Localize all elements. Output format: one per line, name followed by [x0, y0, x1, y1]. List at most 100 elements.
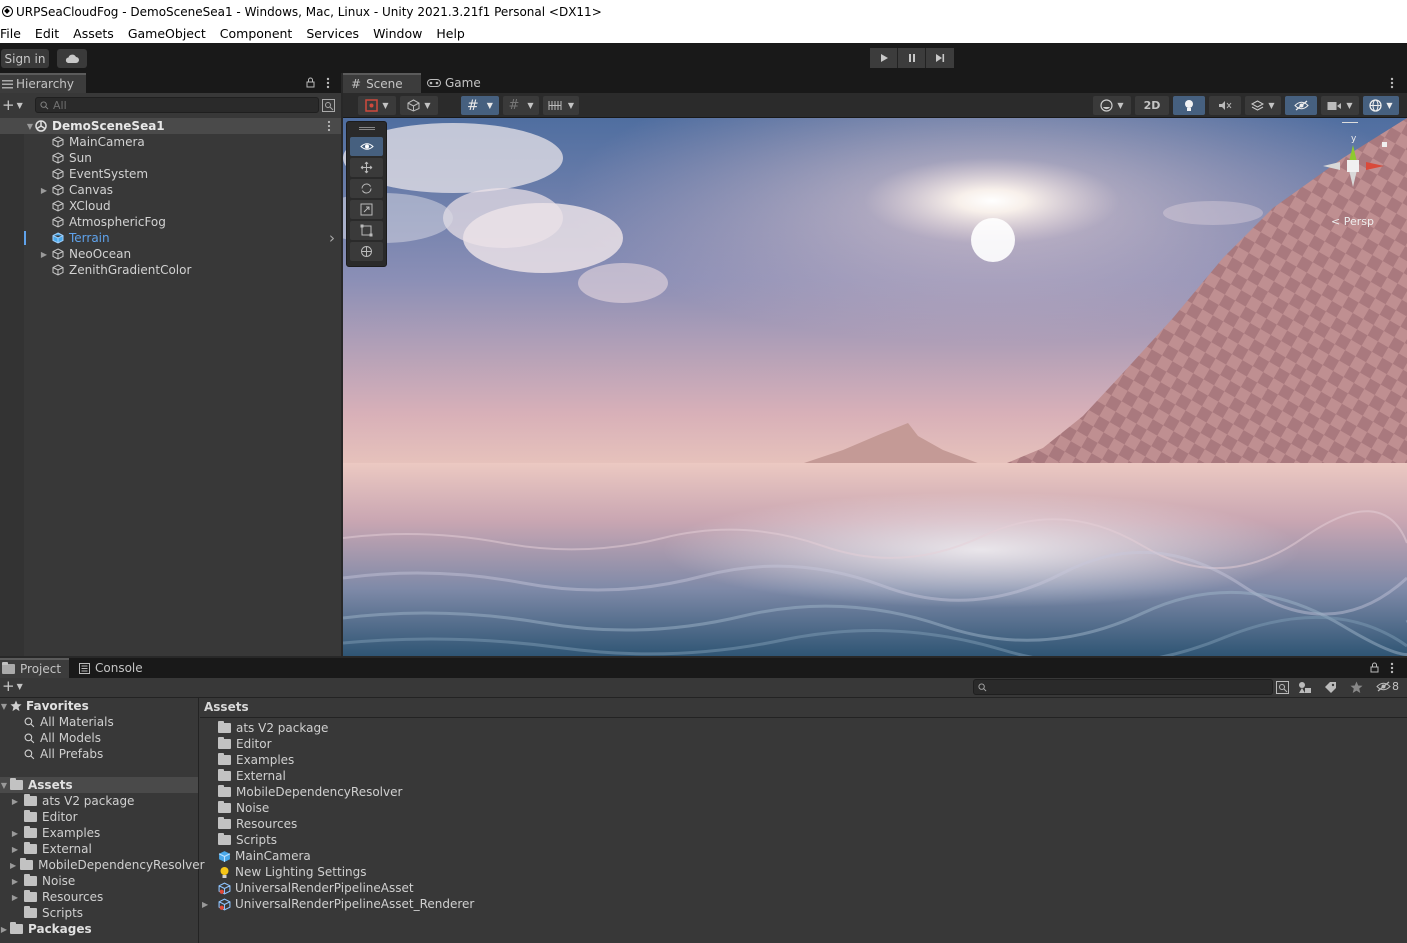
render-mode-dropdown[interactable]: ▼: [400, 96, 438, 115]
audio-toggle-button[interactable]: [1209, 96, 1241, 115]
menu-services[interactable]: Services: [306, 26, 359, 41]
favorite-item[interactable]: All Prefabs: [0, 746, 198, 762]
hierarchy-item[interactable]: ▶ NeoOcean: [0, 246, 341, 262]
asset-list-item[interactable]: MobileDependencyResolver: [200, 784, 1407, 800]
tab-project[interactable]: Project: [0, 658, 69, 678]
play-button[interactable]: [870, 48, 898, 68]
packages-row[interactable]: ▶ Packages: [0, 921, 198, 937]
asset-folder-item[interactable]: ▶ Noise: [0, 873, 198, 889]
expand-arrow-icon[interactable]: ▶: [39, 186, 49, 195]
menu-help[interactable]: Help: [436, 26, 465, 41]
hierarchy-item[interactable]: MainCamera: [0, 134, 341, 150]
menu-window[interactable]: Window: [373, 26, 422, 41]
asset-list-item[interactable]: Examples: [200, 752, 1407, 768]
hierarchy-item[interactable]: Terrain ›: [0, 229, 341, 247]
asset-folder-item[interactable]: Editor: [0, 809, 198, 825]
pause-button[interactable]: [898, 48, 926, 68]
scene-viewport[interactable]: y < Persp: [343, 118, 1407, 656]
lighting-toggle-button[interactable]: [1173, 96, 1205, 115]
lock-icon[interactable]: [306, 77, 315, 88]
favorite-star-icon[interactable]: [1350, 681, 1363, 694]
tab-scene[interactable]: # Scene: [343, 73, 421, 93]
toggle-2d-button[interactable]: 2D: [1135, 96, 1169, 115]
expand-arrow-icon[interactable]: ▶: [10, 829, 20, 838]
menu-component[interactable]: Component: [220, 26, 293, 41]
menu-file[interactable]: File: [0, 26, 21, 41]
asset-list-item[interactable]: Resources: [200, 816, 1407, 832]
hierarchy-item[interactable]: XCloud: [0, 198, 341, 214]
expand-arrow-icon[interactable]: ▶: [10, 797, 20, 806]
search-by-type-icon[interactable]: [1276, 681, 1289, 694]
scene-kebab-icon[interactable]: [327, 120, 331, 132]
menu-gameobject[interactable]: GameObject: [128, 26, 206, 41]
cloud-button[interactable]: [57, 49, 87, 68]
grid-toggle-dropdown[interactable]: # ▼: [461, 96, 499, 115]
sign-in-button[interactable]: Sign in: [1, 49, 49, 68]
asset-list-item[interactable]: New Lighting Settings: [200, 864, 1407, 880]
scene-panel-kebab-icon[interactable]: [1390, 77, 1394, 89]
expand-arrow-icon[interactable]: ▼: [25, 122, 35, 131]
asset-list-item[interactable]: ats V2 package: [200, 720, 1407, 736]
expand-arrow-icon[interactable]: ▼: [0, 702, 8, 711]
filter-by-label-icon[interactable]: [1324, 681, 1337, 694]
expand-arrow-icon[interactable]: ▶: [39, 250, 49, 259]
asset-list-item[interactable]: ▶ UniversalRenderPipelineAsset_Renderer: [200, 896, 1407, 912]
menu-assets[interactable]: Assets: [73, 26, 114, 41]
project-kebab-icon[interactable]: [1390, 662, 1394, 674]
hidden-packages-toggle[interactable]: 8: [1376, 680, 1399, 693]
tab-console[interactable]: Console: [69, 658, 153, 678]
rotate-tool-button[interactable]: [350, 179, 383, 198]
menu-edit[interactable]: Edit: [35, 26, 59, 41]
asset-folder-item[interactable]: ▶ Examples: [0, 825, 198, 841]
gizmo-drag-handle[interactable]: [1303, 122, 1403, 126]
increment-snap-dropdown[interactable]: ▼: [543, 96, 579, 115]
draw-gizmo-dropdown[interactable]: ▼: [1093, 96, 1131, 115]
gizmos-dropdown[interactable]: ▼: [1363, 96, 1399, 115]
hierarchy-search-input[interactable]: All: [35, 97, 319, 113]
favorite-item[interactable]: All Materials: [0, 714, 198, 730]
asset-folder-item[interactable]: ▶ ats V2 package: [0, 793, 198, 809]
hierarchy-item[interactable]: ZenithGradientColor: [0, 262, 341, 278]
effects-dropdown[interactable]: ▼: [1245, 96, 1281, 115]
expand-arrow-icon[interactable]: ▶: [10, 845, 20, 854]
snap-dropdown[interactable]: # ▼: [503, 96, 539, 115]
rect-tool-button[interactable]: [350, 221, 383, 240]
assets-root-row[interactable]: ▼ Assets: [0, 777, 198, 793]
transform-tool-button[interactable]: [350, 242, 383, 261]
chevron-right-icon[interactable]: ›: [329, 229, 335, 247]
hierarchy-item[interactable]: AtmosphericFog: [0, 214, 341, 230]
camera-settings-dropdown[interactable]: ▼: [1321, 96, 1359, 115]
filter-by-type-icon[interactable]: [1298, 681, 1312, 694]
move-tool-button[interactable]: [350, 158, 383, 177]
scene-root-row[interactable]: ▼ DemoSceneSea1: [0, 118, 341, 134]
create-dropdown[interactable]: + ▼: [2, 98, 28, 113]
tab-game[interactable]: Game: [421, 73, 491, 93]
drag-handle-icon[interactable]: [347, 122, 386, 134]
scene-visibility-button[interactable]: [1285, 96, 1317, 115]
hierarchy-item[interactable]: ▶ Canvas: [0, 182, 341, 198]
draw-mode-dropdown[interactable]: ▼: [358, 96, 396, 115]
asset-list-item[interactable]: Scripts: [200, 832, 1407, 848]
project-lock-icon[interactable]: [1370, 662, 1379, 673]
asset-folder-item[interactable]: ▶ External: [0, 841, 198, 857]
asset-folder-item[interactable]: Scripts: [0, 905, 198, 921]
asset-list-item[interactable]: MainCamera: [200, 848, 1407, 864]
expand-arrow-icon[interactable]: ▶: [10, 877, 20, 886]
project-create-dropdown[interactable]: + ▼: [2, 679, 23, 694]
step-button[interactable]: [926, 48, 954, 68]
asset-list-item[interactable]: UniversalRenderPipelineAsset: [200, 880, 1407, 896]
scene-search-icon[interactable]: [322, 99, 335, 112]
asset-list-item[interactable]: Noise: [200, 800, 1407, 816]
view-tool-button[interactable]: [350, 137, 383, 156]
hierarchy-item[interactable]: Sun: [0, 150, 341, 166]
breadcrumb-assets[interactable]: Assets: [204, 700, 249, 714]
expand-arrow-icon[interactable]: ▼: [0, 781, 8, 790]
favorite-item[interactable]: All Models: [0, 730, 198, 746]
tab-hierarchy[interactable]: Hierarchy: [0, 73, 86, 93]
asset-list-item[interactable]: Editor: [200, 736, 1407, 752]
asset-list-item[interactable]: External: [200, 768, 1407, 784]
hierarchy-item[interactable]: EventSystem: [0, 166, 341, 182]
favorites-row[interactable]: ▼ Favorites: [0, 698, 198, 714]
expand-arrow-icon[interactable]: ▶: [10, 893, 20, 902]
persp-label[interactable]: < Persp: [1331, 215, 1374, 228]
